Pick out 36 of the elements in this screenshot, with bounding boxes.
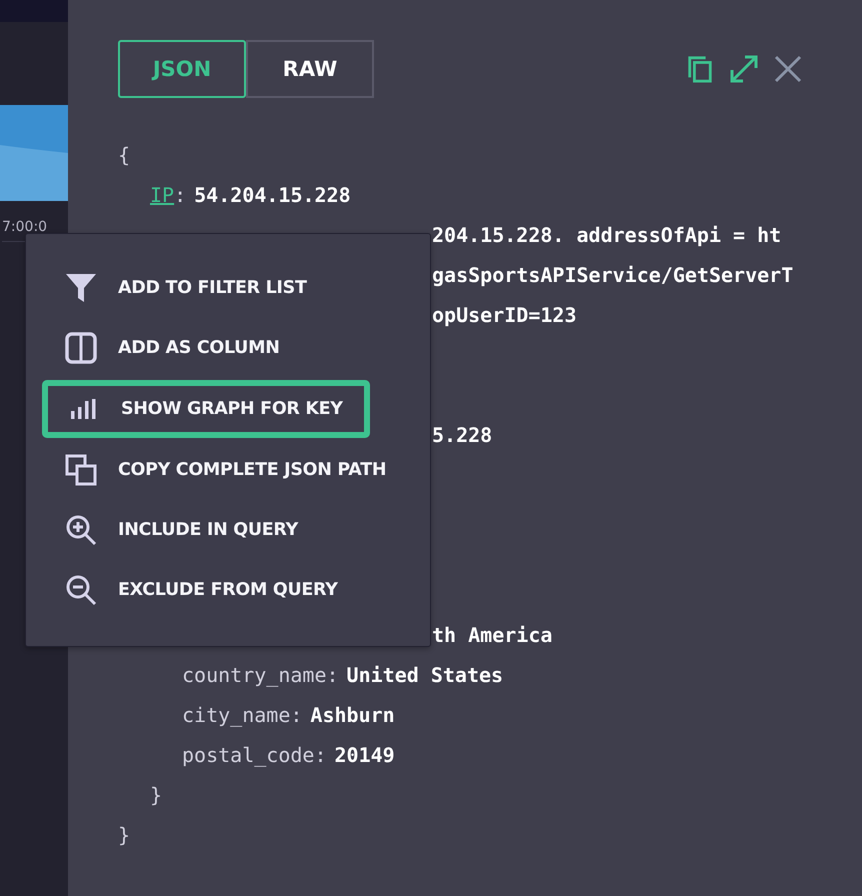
colon: :: [314, 742, 326, 769]
json-value: th America: [432, 622, 552, 649]
columns-icon: [65, 332, 97, 364]
json-value: 20149: [334, 742, 395, 769]
json-value: United States: [346, 662, 504, 689]
brace: }: [118, 822, 130, 849]
colon: :: [174, 182, 186, 209]
view-tab[interactable]: RAW: [246, 40, 374, 98]
brace: }: [150, 782, 162, 809]
menu-item[interactable]: EXCLUDE FROM QUERY: [26, 560, 430, 620]
filter-icon: [65, 272, 97, 304]
json-key: country_name: [182, 655, 326, 695]
json-value: 204.15.228. addressOfApi = ht: [432, 222, 782, 249]
colon: :: [290, 702, 302, 729]
zoom-out-icon: [65, 574, 97, 606]
copy-icon: [65, 454, 97, 486]
copy-icon[interactable]: [686, 55, 714, 83]
expand-icon[interactable]: [730, 55, 758, 83]
json-value: Ashburn: [310, 702, 395, 729]
close-icon[interactable]: [774, 55, 802, 83]
json-key: postal_code: [182, 735, 314, 775]
colon: :: [326, 662, 339, 689]
menu-item[interactable]: INCLUDE IN QUERY: [26, 500, 430, 560]
menu-item[interactable]: ADD TO FILTER LIST: [26, 258, 430, 318]
json-value: gasSportsAPIService/GetServerT: [432, 262, 794, 289]
json-key: city_name: [182, 695, 290, 735]
json-value: 54.204.15.228: [194, 182, 351, 209]
menu-item[interactable]: SHOW GRAPH FOR KEY: [42, 380, 370, 438]
json-value: opUserID=123: [432, 302, 576, 329]
json-value: 5.228: [432, 422, 492, 449]
brace: {: [118, 142, 130, 169]
view-tab[interactable]: JSON: [118, 40, 246, 98]
menu-item[interactable]: COPY COMPLETE JSON PATH: [26, 440, 430, 500]
json-key[interactable]: IP: [150, 175, 174, 215]
zoom-in-icon: [65, 514, 97, 546]
menu-item[interactable]: ADD AS COLUMN: [26, 318, 430, 378]
